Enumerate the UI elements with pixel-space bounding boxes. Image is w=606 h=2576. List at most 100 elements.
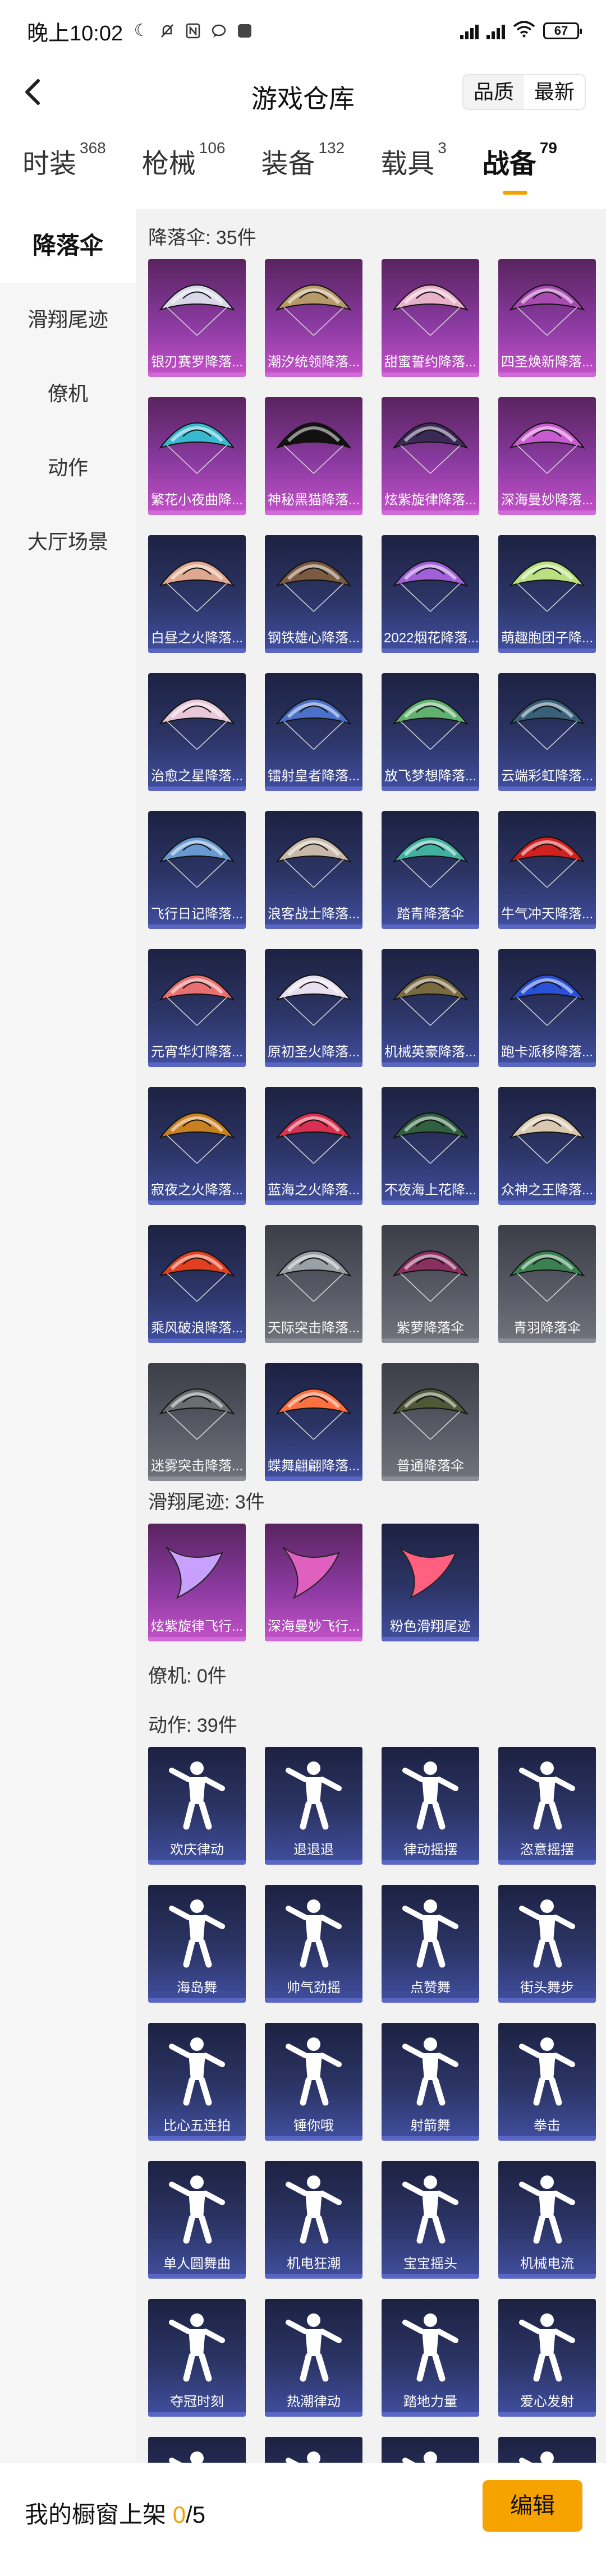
trail-item-card[interactable]: 深海曼妙飞行... [265,1524,362,1641]
rarity-strip [265,1476,362,1481]
tab-equipment[interactable]: 装备132 [261,139,345,197]
emote-item-card[interactable]: 海岛舞 [148,1885,246,2003]
parachute-item-card[interactable]: 甜蜜誓约降落... [382,259,479,377]
trail-item-card[interactable]: 炫紫旋律飞行... [148,1524,246,1641]
item-label: 普通降落伞 [397,1459,464,1474]
parachute-item-card[interactable]: 元宵华灯降落... [148,949,246,1067]
emote-item-card[interactable]: 射箭舞 [382,2023,479,2141]
emote-item-card[interactable]: 欢庆律动 [148,1747,246,1865]
parachute-item-card[interactable]: 白昼之火降落... [148,535,246,653]
tab-underline [502,191,527,195]
emote-item-card[interactable]: 恣意摇摆 [498,1747,596,1865]
rarity-strip [498,372,596,377]
rarity-strip [148,2412,246,2417]
emote-item-card[interactable]: 帅气劲摇 [265,1885,362,2003]
trail-item-card[interactable]: 粉色滑翔尾迹 [382,1524,479,1641]
section-title-parachute: 降落伞: 35件 [148,227,256,249]
tab-combat-gear[interactable]: 战备79 [482,139,557,197]
rarity-strip [148,786,246,791]
parachute-icon [392,836,469,888]
parachute-item-card[interactable]: 飞行日记降落... [148,811,246,929]
parachute-item-card[interactable]: 治愈之星降落... [148,673,246,791]
emote-item-card[interactable]: 机电狂潮 [265,2161,362,2279]
dancer-figure-icon [286,2313,342,2382]
emote-item-card[interactable]: 锤你哦 [265,2023,362,2141]
parachute-item-card[interactable]: 云端彩虹降落... [498,673,596,791]
emote-item-card[interactable]: 夺冠时刻 [148,2299,246,2417]
parachute-item-card[interactable]: 繁花小夜曲降... [148,397,246,515]
parachute-item-card[interactable]: 钢铁雄心降落... [265,535,362,653]
parachute-item-card[interactable]: 机械英豪降落... [382,949,479,1067]
rarity-strip [148,1637,246,1641]
emote-item-card[interactable]: 单人圆舞曲 [148,2161,246,2279]
parachute-item-card[interactable]: 青羽降落伞 [498,1225,596,1343]
parachute-item-card[interactable]: 蝶舞翩翩降落... [265,1363,362,1481]
parachute-item-card[interactable]: 2022烟花降落... [382,535,479,653]
parachute-item-card[interactable]: 乘风破浪降落... [148,1225,246,1343]
bell-off-icon [159,22,176,39]
parachute-item-card[interactable]: 神秘黑猫降落... [265,397,362,515]
item-label: 锤你哦 [293,2118,334,2133]
sidebar-item-glide-trail[interactable]: 滑翔尾迹 [0,283,136,357]
rarity-strip [498,2274,596,2279]
signal-1-icon [460,22,479,39]
inventory-content: 降落伞: 35件 银刃赛罗降落... 潮汐统领降落... 甜蜜誓约降落... 四圣焕新… [136,209,606,2555]
item-label: 深海曼妙飞行... [267,1619,360,1634]
edit-button[interactable]: 编辑 [483,2480,582,2532]
parachute-item-card[interactable]: 浪客战士降落... [265,811,362,929]
parachute-item-card[interactable]: 跑卡派移降落... [498,949,596,1067]
tab-fashion[interactable]: 时装368 [22,139,106,197]
item-label: 粉色滑翔尾迹 [390,1619,471,1634]
parachute-item-card[interactable]: 普通降落伞 [382,1363,479,1481]
tab-label: 战备 [482,149,536,179]
emote-item-card[interactable]: 律动摇摆 [382,1747,479,1865]
emote-item-card[interactable]: 爱心发射 [498,2299,596,2417]
emote-item-card[interactable]: 退退退 [265,1747,362,1865]
app-notification-icon [236,22,253,39]
dancer-figure-icon [519,2037,575,2106]
parachute-item-card[interactable]: 蓝海之火降落... [265,1087,362,1205]
parachute-item-card[interactable]: 众神之王降落... [498,1087,596,1205]
rarity-strip [265,1200,362,1205]
parachute-item-card[interactable]: 天际突击降落... [265,1225,362,1343]
parachute-item-card[interactable]: 原初圣火降落... [265,949,362,1067]
sidebar-item-parachute[interactable]: 降落伞 [0,209,136,283]
parachute-item-card[interactable]: 炫紫旋律降落... [382,397,479,515]
sidebar-item-wingman[interactable]: 僚机 [0,357,136,431]
sidebar-item-lobby-scene[interactable]: 大厅场景 [0,505,136,579]
item-label: 街头舞步 [520,1980,574,1995]
parachute-item-card[interactable]: 寂夜之火降落... [148,1087,246,1205]
parachute-item-card[interactable]: 银刃赛罗降落... [148,259,246,377]
emote-item-card[interactable]: 热潮律动 [265,2299,362,2417]
parachute-item-card[interactable]: 踏青降落伞 [382,811,479,929]
showcase-label: 我的橱窗上架 [25,2501,167,2528]
parachute-item-card[interactable]: 深海曼妙降落... [498,397,596,515]
parachute-item-card[interactable]: 放飞梦想降落... [382,673,479,791]
item-label: 蓝海之火降落... [267,1183,360,1198]
parachute-item-card[interactable]: 迷雾突击降落... [148,1363,246,1481]
parachute-item-card[interactable]: 镭射皇者降落... [265,673,362,791]
emote-item-card[interactable]: 踏地力量 [382,2299,479,2417]
emote-item-card[interactable]: 宝宝摇头 [382,2161,479,2279]
wifi-icon [513,20,535,42]
sort-latest-button[interactable]: 最新 [524,75,585,109]
emote-item-card[interactable]: 机械电流 [498,2161,596,2279]
parachute-item-card[interactable]: 紫萝降落伞 [382,1225,479,1343]
sidebar-item-emote[interactable]: 动作 [0,431,136,505]
item-label: 踏青降落伞 [397,907,464,922]
emote-item-card[interactable]: 比心五连拍 [148,2023,246,2141]
item-label: 律动摇摆 [403,1842,457,1857]
sort-quality-button[interactable]: 品质 [463,75,524,109]
parachute-item-card[interactable]: 不夜海上花降... [382,1087,479,1205]
tab-vehicles[interactable]: 载具3 [380,139,447,197]
parachute-item-card[interactable]: 四圣焕新降落... [498,259,596,377]
sidebar: 降落伞 滑翔尾迹 僚机 动作 大厅场景 [0,209,136,2576]
emote-item-card[interactable]: 点赞舞 [382,1885,479,2003]
tab-weapons[interactable]: 枪械106 [142,139,226,197]
parachute-item-card[interactable]: 萌趣胞团子降... [498,535,596,653]
emote-item-card[interactable]: 拳击 [498,2023,596,2141]
parachute-item-card[interactable]: 潮汐统领降落... [265,259,362,377]
glide-trail-icon [399,1547,457,1599]
parachute-item-card[interactable]: 牛气冲天降落... [498,811,596,929]
emote-item-card[interactable]: 街头舞步 [498,1885,596,2003]
